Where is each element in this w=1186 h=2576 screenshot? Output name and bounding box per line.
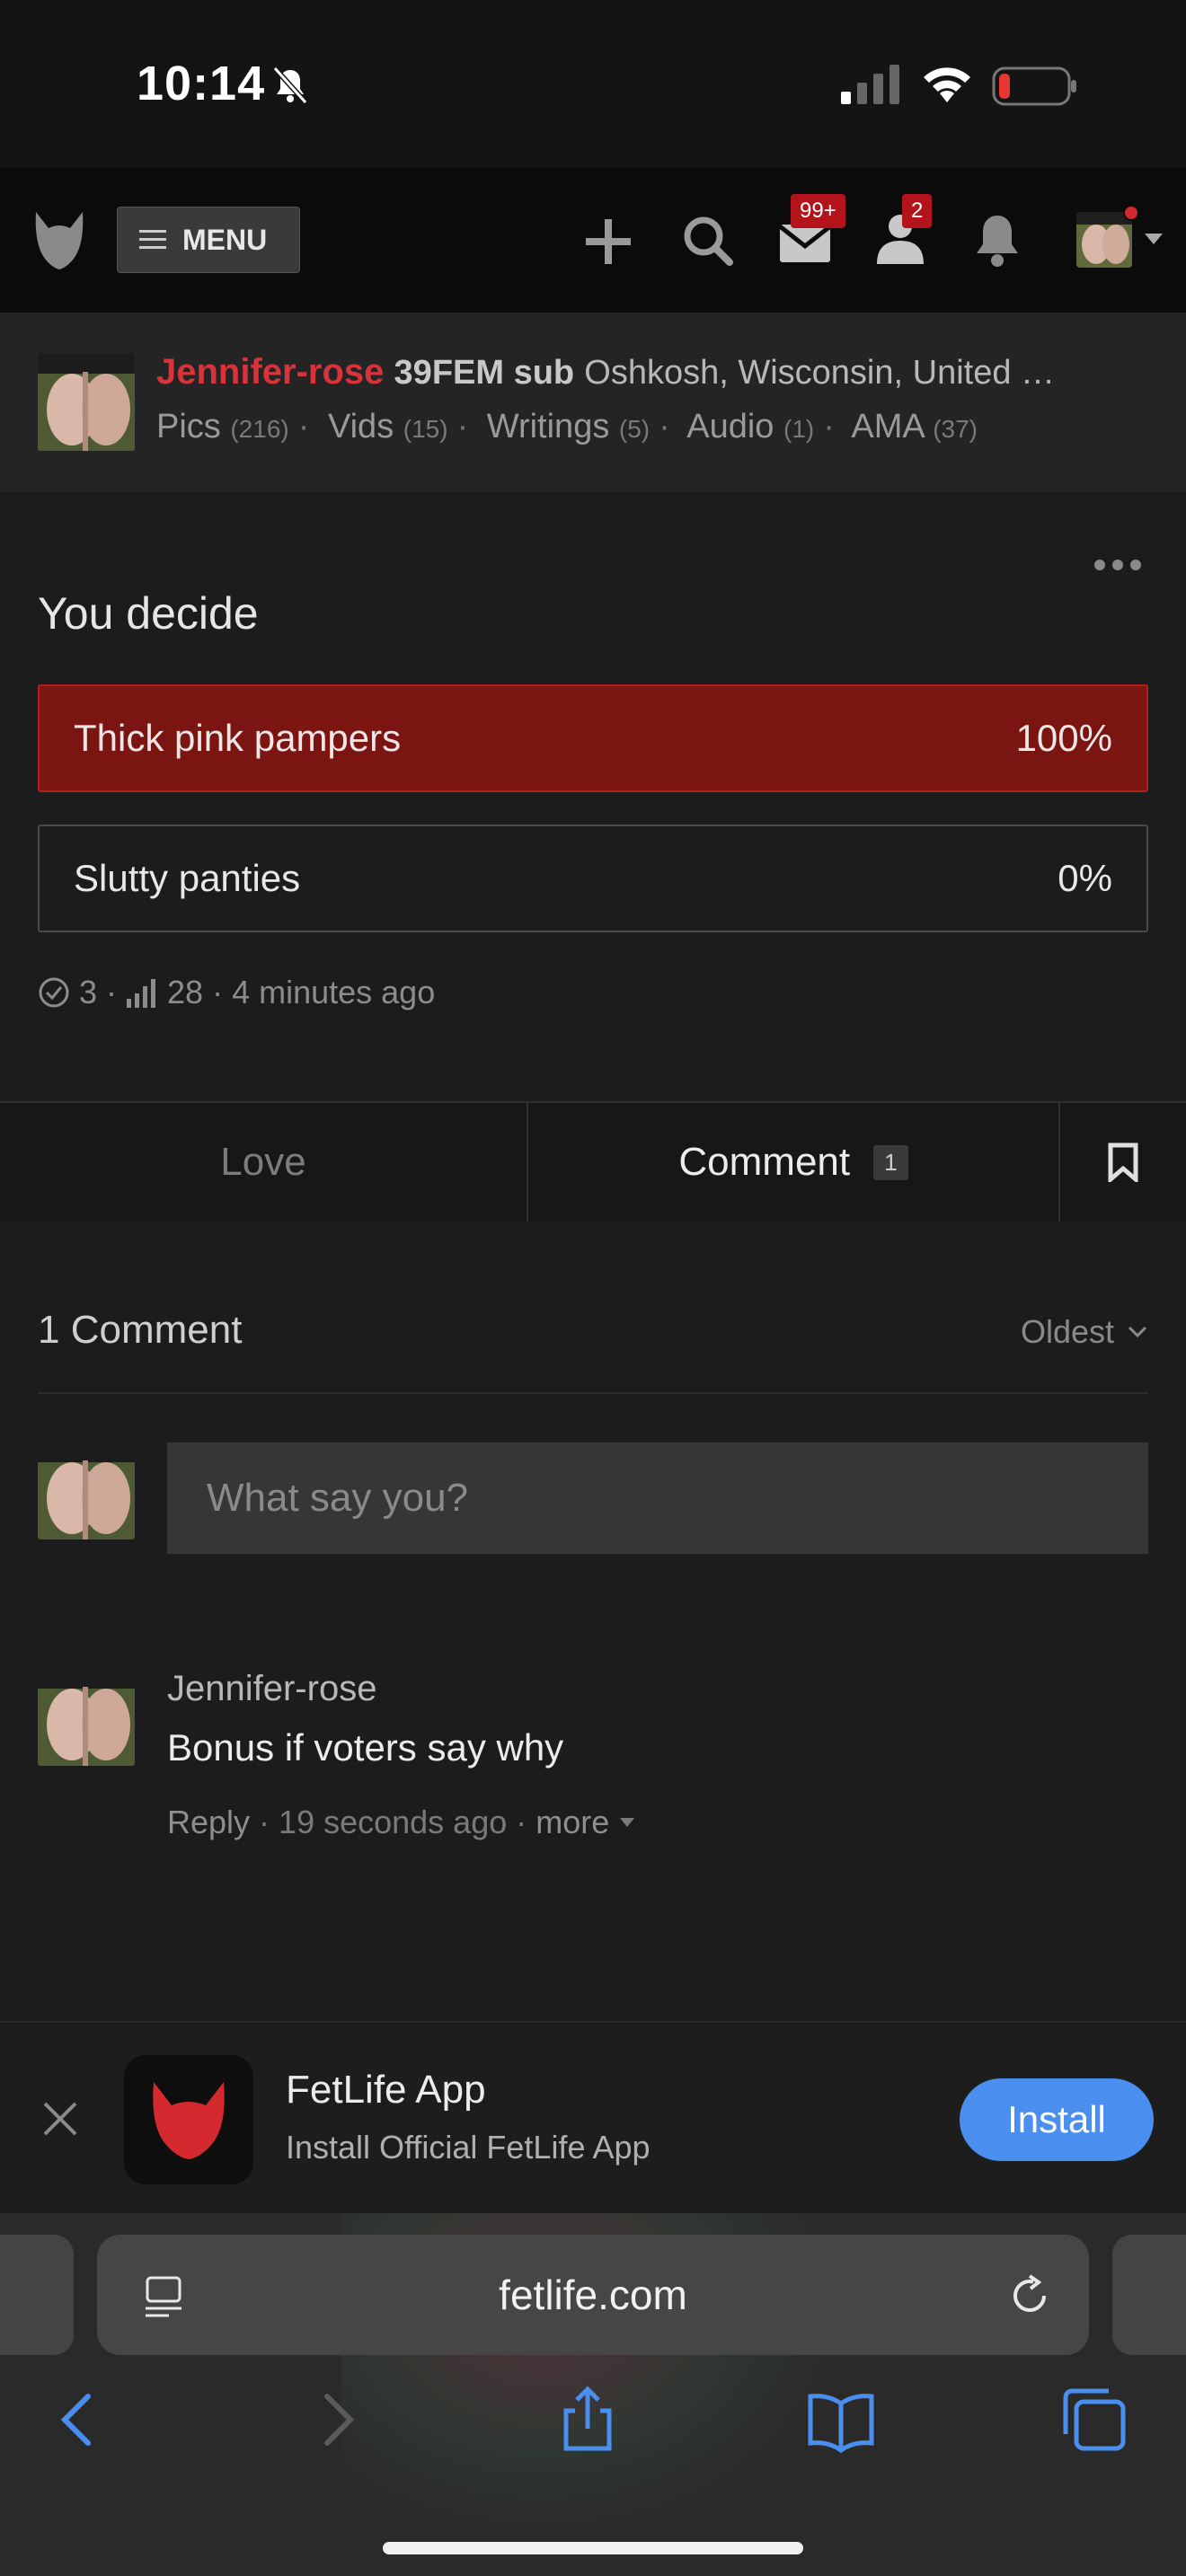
install-button[interactable]: Install [960,2078,1154,2161]
comment-button[interactable]: Comment 1 [528,1103,1060,1222]
comment-input[interactable] [167,1442,1148,1554]
comment-author[interactable]: Jennifer-rose [167,1669,376,1709]
caret-down-icon[interactable] [618,1816,636,1829]
author-meta: 39FEM sub [394,354,575,392]
notification-dot [1123,205,1139,221]
top-navigation: MENU 99+ 2 [0,167,1186,313]
tabs-icon[interactable] [1058,2384,1130,2456]
more-options-icon[interactable] [1093,555,1143,575]
comment-author-avatar[interactable] [38,1669,135,1766]
browser-toolbar: fetlife.com [0,2213,1186,2576]
status-bar: 10:14 [0,0,1186,167]
check-circle-icon [39,977,69,1008]
author-avatar[interactable] [38,354,135,451]
reload-icon[interactable] [1006,2272,1053,2319]
forward-icon[interactable] [302,2384,374,2456]
views-bar-chart-icon [127,979,156,1008]
poll-votes: 3 [79,974,98,1010]
app-install-banner: FetLife App Install Official FetLife App… [0,2021,1186,2213]
comment-text: Bonus if voters say why [167,1726,564,1769]
profile-link-vids[interactable]: Vids (15) [328,408,448,446]
wifi-icon [924,67,970,102]
poll-option-1[interactable]: Thick pink pampers 100% [38,684,1148,792]
next-tab-preview[interactable] [1112,2235,1186,2355]
action-bar: Love Comment 1 [0,1101,1186,1222]
friend-requests-badge: 2 [902,194,933,228]
profile-links: Pics (216) · Vids (15) · Writings (5) · Aud… [156,408,978,446]
comment-label: Comment [678,1140,851,1184]
share-icon[interactable] [552,2384,624,2456]
bell-muted-icon [272,66,308,105]
profile-link-ama[interactable]: AMA (37) [851,408,978,446]
user-avatar[interactable] [1076,212,1132,268]
author-header: Jennifer-rose 39FEM sub Oshkosh, Wiscons… [156,352,1154,393]
current-user-avatar [38,1442,135,1539]
comments-sort[interactable]: Oldest [1021,1313,1148,1351]
poll-option-label: Thick pink pampers [74,717,402,759]
mail-badge: 99+ [791,194,845,228]
profile-link-writings[interactable]: Writings (5) [487,408,650,446]
poll-meta: 3 · 28 · 4 minutes ago [38,974,435,1011]
back-icon[interactable] [41,2384,113,2456]
bookmarks-icon[interactable] [805,2384,877,2456]
cellular-signal-icon [841,65,899,104]
divider [38,1392,1148,1394]
battery-icon [992,66,1076,106]
poll-option-label: Slutty panties [74,857,301,899]
poll-title: You decide [38,588,259,639]
love-button[interactable]: Love [0,1103,528,1222]
close-icon[interactable] [40,2098,81,2139]
poll-card: You decide Thick pink pampers 100% Slutt… [0,492,1186,1101]
menu-button[interactable]: MENU [117,207,300,273]
chevron-down-icon [1128,1326,1147,1338]
banner-subtitle: Install Official FetLife App [286,2129,651,2166]
banner-title: FetLife App [286,2068,486,2112]
author-location: Oshkosh, Wisconsin, United … [584,354,1056,392]
comment-more-link[interactable]: more [535,1804,609,1841]
poll-time: 4 minutes ago [232,974,436,1010]
address-bar[interactable]: fetlife.com [97,2235,1089,2355]
bookmark-button[interactable] [1060,1103,1186,1222]
bookmark-icon [1108,1142,1138,1182]
profile-link-audio[interactable]: Audio (1) [686,408,814,446]
previous-tab-preview[interactable] [0,2235,74,2355]
comments-section: 1 Comment Oldest Jennifer-rose Bonus if … [0,1222,1186,2021]
fetlife-app-icon [124,2055,253,2184]
hamburger-icon [139,230,166,249]
status-time: 10:14 [137,57,266,110]
poll-option-percent: 0% [1058,857,1112,899]
comments-title: 1 Comment [38,1308,243,1352]
author-profile-strip: Jennifer-rose 39FEM sub Oshkosh, Wiscons… [0,313,1186,492]
sort-label: Oldest [1020,1313,1114,1350]
plus-icon[interactable] [580,214,636,269]
reply-link[interactable]: Reply [167,1804,250,1841]
notifications-bell-icon[interactable] [972,212,1022,269]
profile-link-pics[interactable]: Pics (216) [156,408,289,446]
home-indicator[interactable] [383,2542,803,2554]
author-name[interactable]: Jennifer-rose [156,352,384,392]
url-text: fetlife.com [499,2272,687,2318]
search-icon[interactable] [679,212,735,268]
poll-option-percent: 100% [1015,717,1112,759]
comment-time: 19 seconds ago [279,1804,508,1840]
fetlife-logo-icon[interactable] [32,208,86,271]
comment-footer: Reply · 19 seconds ago · more [167,1804,636,1841]
comment-count-badge: 1 [873,1144,908,1180]
menu-label: MENU [182,223,268,256]
chevron-down-icon[interactable] [1145,234,1163,244]
poll-views: 28 [167,974,204,1010]
poll-option-2[interactable]: Slutty panties 0% [38,825,1148,932]
